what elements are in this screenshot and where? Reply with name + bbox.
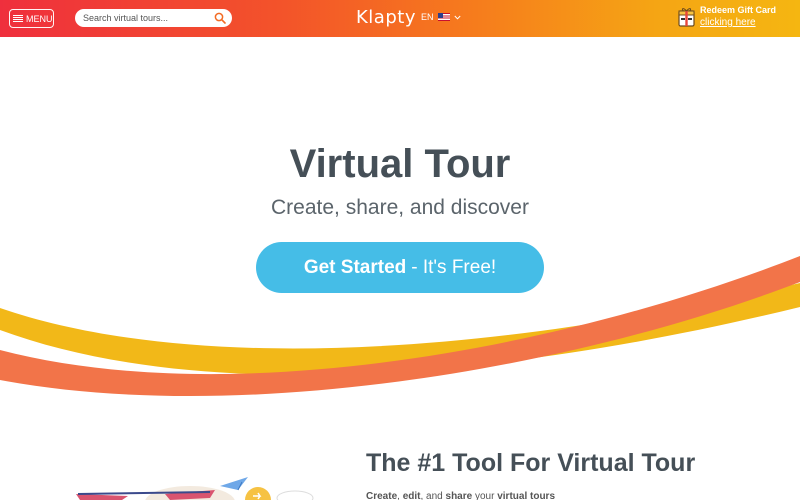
desc-tours: virtual tours	[497, 491, 556, 500]
tour-illustration	[76, 477, 314, 500]
search-bar	[75, 9, 232, 27]
hero-subtitle: Create, share, and discover	[271, 196, 529, 219]
gift-card-icon	[678, 8, 695, 27]
desc-and: , and	[420, 491, 443, 500]
language-selector[interactable]: EN	[421, 12, 461, 22]
menu-button[interactable]: MENU	[9, 9, 54, 28]
desc-share: share	[445, 491, 473, 500]
desc-edit: edit	[402, 491, 421, 500]
us-flag-icon	[437, 13, 450, 21]
section-title: The #1 Tool For Virtual Tour	[366, 449, 696, 477]
section-description: Create, edit, and share your virtual tou…	[366, 491, 556, 500]
top-navigation-bar: MENU Klapty EN Redeem Gift Card clicking…	[0, 0, 800, 37]
menu-label: MENU	[26, 13, 53, 24]
desc-your: your	[474, 491, 495, 500]
gift-card-title: Redeem Gift Card	[700, 5, 777, 15]
search-input[interactable]	[83, 13, 208, 23]
gift-card-link[interactable]: clicking here	[700, 16, 776, 29]
language-code: EN	[421, 12, 434, 22]
gift-card-redeem: Redeem Gift Card clicking here	[678, 5, 776, 29]
desc-create: Create	[366, 491, 398, 500]
chevron-down-icon	[453, 15, 461, 20]
search-icon[interactable]	[214, 12, 226, 24]
hamburger-icon	[13, 14, 23, 23]
decorative-waves	[0, 256, 800, 397]
hero-title: Virtual Tour	[289, 142, 511, 186]
klapty-logo[interactable]: Klapty	[356, 7, 416, 28]
